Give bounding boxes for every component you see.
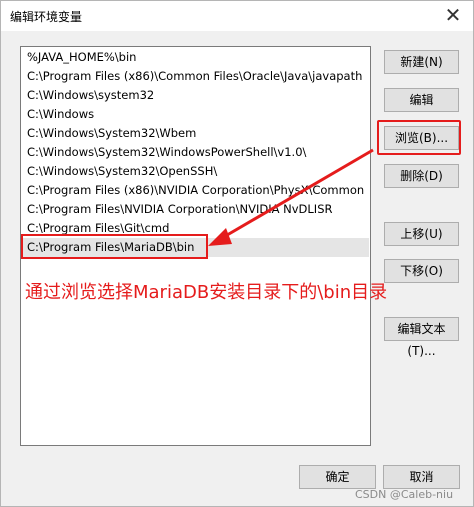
watermark: CSDN @Caleb-niu [355, 488, 454, 501]
annotation-text: 通过浏览选择MariaDB安装目录下的\bin目录 [25, 282, 388, 303]
annotation-arrow-icon [208, 148, 374, 246]
